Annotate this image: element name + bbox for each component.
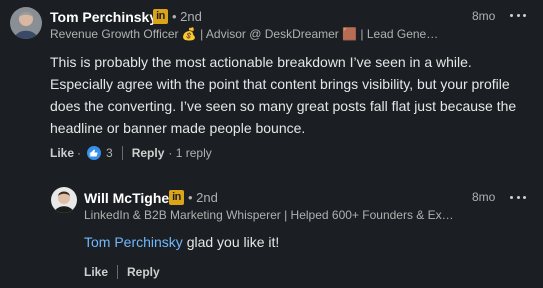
like-button[interactable]: Like <box>84 265 108 279</box>
reply-button[interactable]: Reply <box>127 265 160 279</box>
divider <box>117 265 119 279</box>
comment-text: This is probably the most actionable bre… <box>50 54 517 136</box>
comment-actions: Like · 3 Reply · 1 reply <box>50 145 212 161</box>
connection-degree: • 2nd <box>188 190 218 205</box>
mention-link[interactable]: Tom Perchinsky <box>84 234 183 250</box>
dot-separator: · <box>77 146 82 160</box>
reply-time: 8mo <box>472 190 496 204</box>
avatar-tom[interactable] <box>10 7 42 39</box>
comment-time: 8mo <box>472 9 496 23</box>
comment-author-name[interactable]: Tom Perchinsky <box>50 9 157 25</box>
like-reaction-icon[interactable] <box>86 145 103 161</box>
reply-text-block: Tom Perchinsky glad you like it! <box>84 231 524 253</box>
reply-author-name[interactable]: Will McTighe <box>84 190 169 206</box>
reply-text: glad you like it! <box>182 234 280 250</box>
divider <box>121 146 123 160</box>
connection-degree: • 2nd <box>172 9 202 24</box>
reply-author-headline: LinkedIn & B2B Marketing Whisperer | Hel… <box>84 208 456 222</box>
linkedin-premium-icon: in <box>169 190 184 205</box>
reply-actions: Like Reply <box>84 265 160 279</box>
like-button[interactable]: Like <box>50 146 74 160</box>
avatar-will[interactable] <box>51 187 77 213</box>
like-count[interactable]: 3 <box>106 146 113 160</box>
more-options-icon[interactable] <box>510 195 526 199</box>
reply-count[interactable]: · 1 reply <box>168 146 211 160</box>
reply-button[interactable]: Reply <box>132 146 165 160</box>
linkedin-premium-icon: in <box>153 9 168 24</box>
more-options-icon[interactable] <box>510 13 526 17</box>
comment-author-headline: Revenue Growth Officer 💰 | Advisor @ Des… <box>50 27 442 41</box>
